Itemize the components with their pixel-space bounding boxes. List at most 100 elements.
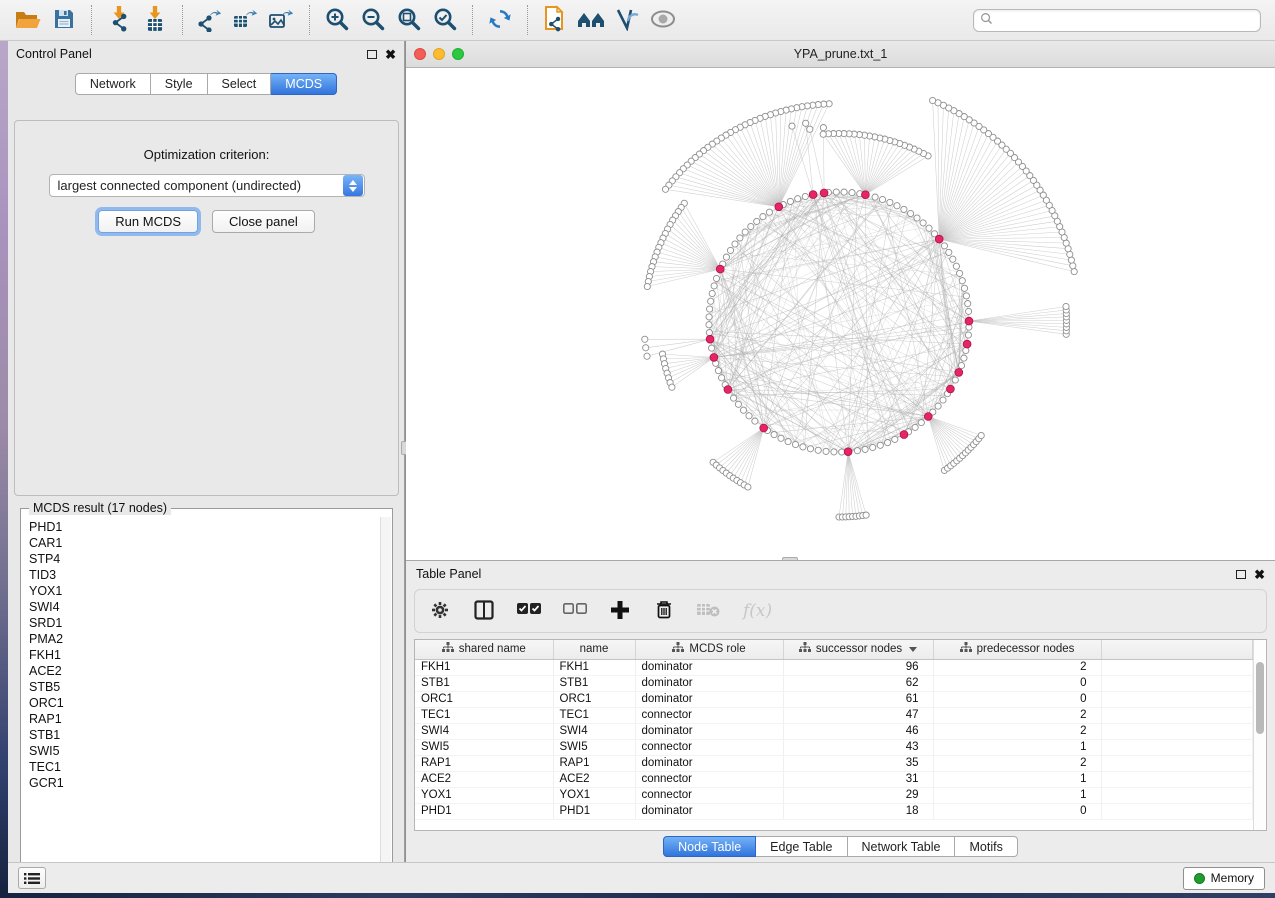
zoom-fit-button[interactable]: [391, 3, 427, 37]
float-panel-icon[interactable]: [367, 50, 377, 59]
zoom-in-button[interactable]: [319, 3, 355, 37]
table-row[interactable]: RAP1 RAP1 dominator 35 2: [415, 755, 1253, 771]
search-box[interactable]: [973, 9, 1261, 32]
vizmapper-button[interactable]: [609, 3, 645, 37]
result-node[interactable]: SWI4: [29, 599, 380, 615]
result-node[interactable]: FKH1: [29, 647, 380, 663]
table-row[interactable]: ORC1 ORC1 dominator 61 0: [415, 691, 1253, 707]
result-node[interactable]: STB5: [29, 679, 380, 695]
result-node[interactable]: PMA2: [29, 631, 380, 647]
zoom-selected-icon: [432, 6, 458, 35]
tab-node-table[interactable]: Node Table: [663, 836, 756, 857]
result-node[interactable]: TEC1: [29, 759, 380, 775]
zoom-in-icon: [324, 6, 350, 35]
add-button[interactable]: [609, 598, 631, 624]
tab-mcds[interactable]: MCDS: [271, 73, 337, 95]
table-scrollbar-thumb[interactable]: [1256, 662, 1264, 734]
result-node[interactable]: STP4: [29, 551, 380, 567]
select-stepper-icon: [343, 175, 363, 196]
tab-network-table[interactable]: Network Table: [848, 836, 956, 857]
result-node[interactable]: GCR1: [29, 775, 380, 791]
table-row[interactable]: PHD1 PHD1 dominator 18 0: [415, 803, 1253, 819]
table-row[interactable]: FKH1 FKH1 dominator 96 2: [415, 659, 1253, 675]
optimization-criterion-value: largest connected component (undirected): [50, 178, 343, 193]
eye-button[interactable]: [645, 3, 681, 37]
result-node[interactable]: SRD1: [29, 615, 380, 631]
delete-table-button: [697, 598, 721, 624]
export-table-button[interactable]: [228, 3, 264, 37]
import-table-button[interactable]: [137, 3, 173, 37]
result-node[interactable]: CAR1: [29, 535, 380, 551]
columns-icon: [474, 600, 494, 623]
run-mcds-button[interactable]: Run MCDS: [98, 210, 198, 233]
close-table-panel-icon[interactable]: ✖: [1254, 568, 1265, 581]
memory-button[interactable]: Memory: [1183, 867, 1265, 890]
import-network-button[interactable]: [101, 3, 137, 37]
network-window-titlebar[interactable]: YPA_prune.txt_1: [406, 41, 1275, 68]
deselect-all-button[interactable]: [563, 598, 587, 624]
network-canvas[interactable]: [406, 68, 1275, 559]
columns-button[interactable]: [473, 598, 495, 624]
zoom-fit-icon: [396, 6, 422, 35]
tab-motifs[interactable]: Motifs: [955, 836, 1017, 857]
column-header-MCDS-role[interactable]: MCDS role: [635, 640, 783, 659]
export-table-icon: [232, 6, 260, 35]
column-header-name[interactable]: name: [553, 640, 635, 659]
result-node[interactable]: TID3: [29, 567, 380, 583]
result-node[interactable]: YOX1: [29, 583, 380, 599]
column-header-shared-name[interactable]: shared name: [415, 640, 553, 659]
export-network-button[interactable]: [192, 3, 228, 37]
share-document-icon: [542, 5, 568, 36]
result-node[interactable]: SWI5: [29, 743, 380, 759]
table-row[interactable]: SWI5 SWI5 connector 43 1: [415, 739, 1253, 755]
desktop-wallpaper-left: [0, 41, 8, 893]
float-table-panel-icon[interactable]: [1236, 570, 1246, 579]
tab-select[interactable]: Select: [208, 73, 272, 95]
search-network-button[interactable]: [573, 3, 609, 37]
delete-table-icon: [697, 602, 721, 621]
result-node[interactable]: PHD1: [29, 519, 380, 535]
application-window: Control Panel ✖ NetworkStyleSelectMCDS O…: [0, 0, 1275, 898]
toolbar-separator: [309, 5, 310, 35]
mcds-result-list[interactable]: PHD1CAR1STP4TID3YOX1SWI4SRD1PMA2FKH1ACE2…: [22, 517, 380, 877]
save-button[interactable]: [46, 3, 82, 37]
table-panel-titlebar: Table Panel ✖: [406, 561, 1275, 587]
column-header-successor-nodes[interactable]: successor nodes: [783, 640, 933, 659]
tab-network[interactable]: Network: [75, 73, 151, 95]
table-row[interactable]: SWI4 SWI4 dominator 46 2: [415, 723, 1253, 739]
result-scrollbar[interactable]: [380, 517, 391, 877]
table-panel-title: Table Panel: [416, 567, 481, 581]
select-all-button[interactable]: [517, 598, 541, 624]
share-document-button[interactable]: [537, 3, 573, 37]
close-panel-button[interactable]: Close panel: [212, 210, 315, 233]
zoom-selected-button[interactable]: [427, 3, 463, 37]
control-panel-title: Control Panel: [16, 47, 92, 61]
result-node[interactable]: ORC1: [29, 695, 380, 711]
function-icon: f(x): [743, 601, 772, 621]
search-input[interactable]: [993, 13, 1254, 27]
column-header-predecessor-nodes[interactable]: predecessor nodes: [933, 640, 1101, 659]
table-row[interactable]: ACE2 ACE2 connector 31 1: [415, 771, 1253, 787]
search-network-icon: [576, 7, 606, 34]
table-scrollbar[interactable]: [1253, 640, 1266, 830]
refresh-button[interactable]: [482, 3, 518, 37]
task-history-button[interactable]: [18, 867, 46, 889]
result-node[interactable]: ACE2: [29, 663, 380, 679]
tab-edge-table[interactable]: Edge Table: [756, 836, 847, 857]
table-toolbar: f(x): [414, 589, 1267, 633]
gear-button[interactable]: [429, 598, 451, 624]
table-header-row: shared namenameMCDS rolesuccessor nodesp…: [415, 640, 1253, 659]
table-row[interactable]: YOX1 YOX1 connector 29 1: [415, 787, 1253, 803]
control-panel-titlebar: Control Panel ✖: [8, 41, 404, 67]
result-node[interactable]: RAP1: [29, 711, 380, 727]
table-row[interactable]: TEC1 TEC1 connector 47 2: [415, 707, 1253, 723]
close-panel-icon[interactable]: ✖: [385, 48, 396, 61]
export-image-button[interactable]: [264, 3, 300, 37]
tab-style[interactable]: Style: [151, 73, 208, 95]
zoom-out-button[interactable]: [355, 3, 391, 37]
table-row[interactable]: STB1 STB1 dominator 62 0: [415, 675, 1253, 691]
optimization-criterion-select[interactable]: largest connected component (undirected): [49, 174, 365, 197]
delete-button[interactable]: [653, 598, 675, 624]
result-node[interactable]: STB1: [29, 727, 380, 743]
open-folder-button[interactable]: [10, 3, 46, 37]
